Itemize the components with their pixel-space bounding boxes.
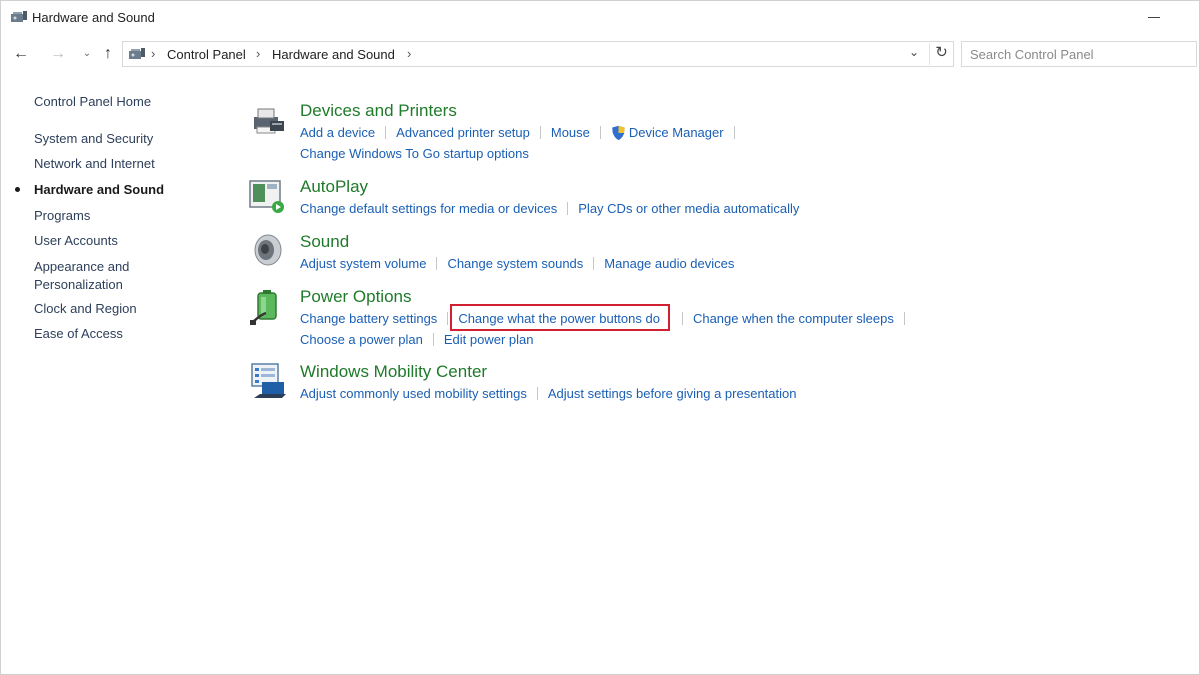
sidebar-item-ease-of-access[interactable]: Ease of Access [34, 325, 194, 343]
address-dropdown-chevron-icon[interactable]: ⌄ [909, 45, 919, 59]
breadcrumb-hardware-and-sound[interactable]: Hardware and Sound [272, 47, 395, 62]
control-panel-icon [11, 11, 27, 22]
link-separator [733, 126, 735, 140]
window-title: Hardware and Sound [32, 10, 155, 25]
task-link-adjust-settings-before-giving-a-presentation[interactable]: Adjust settings before giving a presenta… [548, 386, 797, 401]
task-link-adjust-commonly-used-mobility-settings[interactable]: Adjust commonly used mobility settings [300, 386, 527, 401]
task-links-row: Add a device Advanced printer setup Mouse D… [300, 124, 745, 142]
task-link-play-cds-or-other-media-automatically[interactable]: Play CDs or other media automatically [578, 201, 799, 216]
task-link-change-system-sounds[interactable]: Change system sounds [447, 256, 583, 271]
link-separator [539, 126, 541, 140]
forward-arrow-icon[interactable]: → [47, 42, 69, 66]
uac-shield-icon [612, 125, 625, 140]
link-separator [436, 257, 438, 271]
back-arrow-icon[interactable]: ← [10, 42, 32, 66]
task-link-advanced-printer-setup[interactable]: Advanced printer setup [396, 125, 530, 140]
link-separator [681, 312, 683, 326]
navigation-bar: ← → ⌄ ↑ › Control Panel › Hardware and S… [0, 38, 1200, 72]
mobility-center-icon [251, 363, 286, 398]
link-separator [599, 126, 601, 140]
task-link-change-windows-to-go-startup-options[interactable]: Change Windows To Go startup options [300, 146, 529, 161]
task-link-choose-a-power-plan[interactable]: Choose a power plan [300, 332, 423, 347]
active-item-bullet [15, 187, 20, 192]
sidebar-item-system-and-security[interactable]: System and Security [34, 130, 194, 148]
sidebar-item-programs[interactable]: Programs [34, 207, 194, 225]
task-link-mouse[interactable]: Mouse [551, 125, 590, 140]
task-link-add-a-device[interactable]: Add a device [300, 125, 375, 140]
task-link-change-battery-settings[interactable]: Change battery settings [300, 311, 437, 326]
task-links-row: Adjust commonly used mobility settings Ad… [300, 385, 796, 403]
link-separator [903, 312, 905, 326]
category-title-power-options[interactable]: Power Options [300, 287, 412, 307]
minimize-button[interactable] [1148, 17, 1160, 18]
address-bar[interactable]: › Control Panel › Hardware and Sound › ⌄… [122, 41, 954, 67]
task-links-row: Change battery settings Change what the p… [300, 304, 915, 332]
highlight-box: Change what the power buttons do [450, 304, 670, 332]
sidebar-item-user-accounts[interactable]: User Accounts [34, 232, 194, 250]
task-links-row: Choose a power plan Edit power plan [300, 331, 533, 349]
category-title-windows-mobility-center[interactable]: Windows Mobility Center [300, 362, 487, 382]
recent-locations-chevron-icon[interactable]: ⌄ [76, 42, 98, 66]
task-links-row: Adjust system volume Change system sounds… [300, 255, 734, 273]
control-panel-icon [129, 48, 145, 59]
task-link-change-when-the-computer-sleeps[interactable]: Change when the computer sleeps [693, 311, 894, 326]
link-separator [447, 312, 449, 326]
search-input[interactable] [961, 41, 1197, 67]
sidebar-item-appearance-and-personalization[interactable]: Appearance and Personalization [34, 258, 154, 294]
sidebar-item-control-panel-home[interactable]: Control Panel Home [34, 93, 194, 111]
breadcrumb-chevron-icon[interactable]: › [407, 46, 411, 61]
category-title-sound[interactable]: Sound [300, 232, 349, 252]
printer-icon [254, 108, 284, 134]
task-link-adjust-system-volume[interactable]: Adjust system volume [300, 256, 426, 271]
link-separator [536, 387, 538, 401]
refresh-icon[interactable]: ↻ [929, 43, 953, 65]
link-separator [432, 333, 434, 347]
sidebar-item-clock-and-region[interactable]: Clock and Region [34, 300, 194, 318]
sidebar-item-hardware-and-sound[interactable]: Hardware and Sound [34, 181, 194, 199]
task-links-row: Change Windows To Go startup options [300, 145, 529, 163]
autoplay-icon [249, 180, 284, 213]
link-separator [593, 257, 595, 271]
task-links-row: Change default settings for media or dev… [300, 200, 799, 218]
link-separator [385, 126, 387, 140]
breadcrumb-control-panel[interactable]: Control Panel [167, 47, 246, 62]
task-link-edit-power-plan[interactable]: Edit power plan [444, 332, 534, 347]
up-arrow-icon[interactable]: ↑ [97, 42, 119, 66]
category-title-autoplay[interactable]: AutoPlay [300, 177, 368, 197]
battery-icon [250, 290, 277, 325]
task-link-change-default-settings-for-media-or-devices[interactable]: Change default settings for media or dev… [300, 201, 557, 216]
task-link-manage-audio-devices[interactable]: Manage audio devices [604, 256, 734, 271]
title-bar: Hardware and Sound [0, 0, 1200, 36]
breadcrumb-chevron-icon[interactable]: › [151, 46, 155, 61]
category-title-devices-and-printers[interactable]: Devices and Printers [300, 101, 457, 121]
link-separator [567, 202, 569, 216]
speaker-icon [254, 234, 282, 266]
breadcrumb-chevron-icon[interactable]: › [256, 46, 260, 61]
task-link-change-what-the-power-buttons-do[interactable]: Change what the power buttons do [458, 311, 660, 326]
task-link-device-manager[interactable]: Device Manager [629, 125, 724, 140]
sidebar-item-network-and-internet[interactable]: Network and Internet [34, 155, 194, 173]
